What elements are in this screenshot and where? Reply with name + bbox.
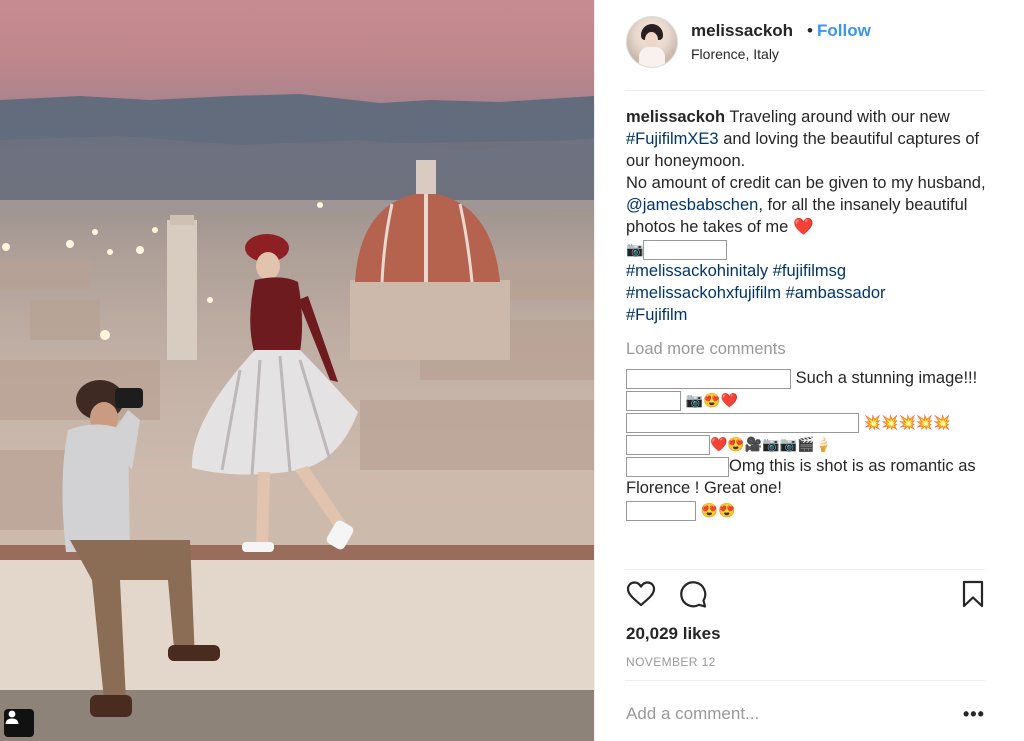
redacted-box (643, 239, 728, 260)
post-panel: melissackoh • Follow Florence, Italy mel… (594, 0, 1024, 741)
camera-emoji: 📷 (626, 241, 644, 257)
post-header: melissackoh • Follow Florence, Italy (595, 0, 1024, 90)
header-username[interactable]: melissackoh (691, 21, 793, 41)
post-date[interactable]: NOVEMBER 12 (626, 655, 716, 669)
load-more-comments[interactable]: Load more comments (626, 338, 996, 360)
post-photo[interactable] (0, 0, 594, 741)
comment-text: 📷😍❤️ (685, 392, 738, 408)
comment-text: 😍😍 (700, 502, 736, 518)
follow-button[interactable]: Follow (817, 21, 871, 41)
mention-link[interactable]: @jamesbabschen (626, 196, 758, 214)
caption: melissackoh Traveling around with our ne… (626, 106, 996, 172)
hashtag-link[interactable]: #melissackohxfujifilm (626, 284, 781, 302)
comment: 😍😍 (626, 499, 996, 521)
comments-list[interactable]: melissackoh Traveling around with our ne… (626, 106, 996, 568)
redacted-username (626, 500, 696, 521)
caption-text: No amount of credit can be given to my h… (626, 174, 986, 192)
hashtag-link[interactable]: #melissackohinitaly (626, 262, 768, 280)
avatar[interactable] (626, 16, 678, 68)
user-tag-icon[interactable] (4, 709, 34, 737)
hashtags: #melissackohinitaly #fujifilmsg #melissa… (626, 260, 996, 326)
hashtag-link[interactable]: #Fujifilm (626, 306, 687, 324)
redacted-username (626, 456, 729, 477)
comment: Omg this is shot is as romantic as Flore… (626, 455, 996, 499)
action-bar (595, 578, 1024, 618)
bookmark-icon[interactable] (957, 578, 989, 610)
redacted-username (626, 368, 791, 389)
header-separator: • (807, 21, 813, 40)
header-divider (625, 90, 985, 91)
more-options-button[interactable]: ••• (963, 704, 985, 725)
comment: 📷😍❤️ (626, 389, 996, 411)
location-link[interactable]: Florence, Italy (691, 46, 779, 62)
add-comment-input[interactable]: Add a comment... (626, 704, 926, 724)
caption-text: Traveling around with our new (725, 108, 950, 126)
redacted-username (626, 434, 710, 455)
comment-icon[interactable] (677, 578, 709, 610)
caption-line: 📷 (626, 238, 996, 260)
hashtag-link[interactable]: #fujifilmsg (773, 262, 846, 280)
heart-icon[interactable] (625, 578, 657, 610)
comments-divider (625, 569, 985, 570)
redacted-username (626, 390, 681, 411)
footer-divider (625, 680, 985, 681)
comment-text: Such a stunning image!!! (795, 369, 978, 387)
comment-text: ❤️😍🎥📷📷🎬🍦 (710, 436, 833, 452)
comment: Such a stunning image!!! (626, 367, 996, 389)
comment-text: 💥💥💥💥💥 (863, 414, 951, 430)
caption-username[interactable]: melissackoh (626, 108, 725, 126)
hashtag-link[interactable]: #ambassador (786, 284, 886, 302)
likes-count[interactable]: 20,029 likes (626, 624, 721, 644)
hashtag-fujifilmxe3[interactable]: #FujifilmXE3 (626, 130, 719, 148)
comment: 💥💥💥💥💥 (626, 411, 996, 433)
comment: ❤️😍🎥📷📷🎬🍦 (626, 433, 996, 455)
redacted-username (626, 412, 859, 433)
heart-emoji: ❤️ (792, 218, 814, 236)
photo-scene (0, 0, 594, 741)
caption-line: No amount of credit can be given to my h… (626, 172, 996, 238)
